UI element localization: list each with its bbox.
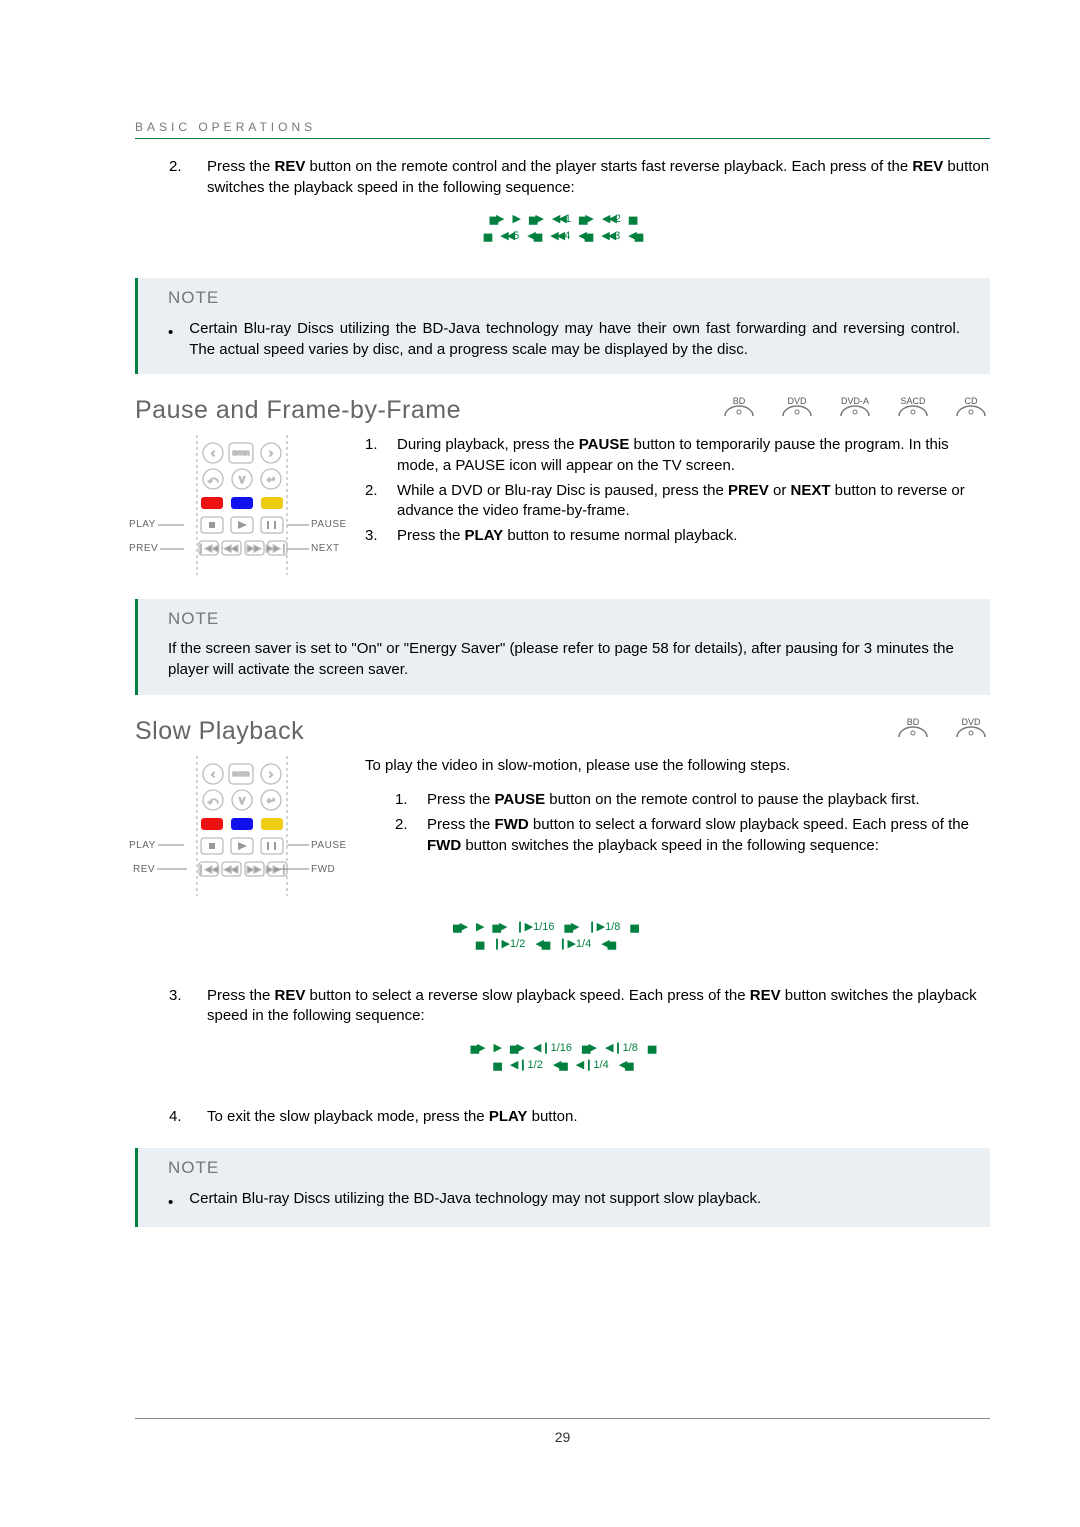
speed-sequence-diagram: ▅▶ ▶ ▅▶ ◀❙1/16 ▅▶ ◀❙1/8 ▅ ▅ ◀❙1/2 ◀▅ ◀❙1… bbox=[413, 1041, 713, 1083]
remote-label-pause: PAUSE bbox=[287, 519, 347, 530]
note-text: If the screen saver is set to "On" or "E… bbox=[168, 639, 960, 680]
note-box: NOTE • Certain Blu-ray Discs utilizing t… bbox=[135, 1148, 990, 1227]
list-text: Press the PLAY button to resume normal p… bbox=[397, 526, 990, 547]
svg-text:◀◀: ◀◀ bbox=[224, 864, 238, 874]
svg-text:❘◀◀: ❘◀◀ bbox=[197, 864, 218, 875]
page-number: 29 bbox=[555, 1429, 571, 1445]
svg-text:ENTER: ENTER bbox=[233, 451, 250, 457]
disc-compat-row: BD DVD bbox=[894, 717, 990, 745]
svg-text:⤺: ⤺ bbox=[208, 475, 219, 486]
remote-label-play: PLAY bbox=[129, 840, 184, 851]
svg-text:↩: ↩ bbox=[267, 796, 275, 807]
text: Press the bbox=[207, 158, 275, 175]
page-header: BASIC OPERATIONS bbox=[135, 120, 990, 139]
disc-icon-dvd: DVD bbox=[952, 721, 990, 745]
list-number: 1. bbox=[365, 435, 383, 476]
note-text: Certain Blu-ray Discs utilizing the BD-J… bbox=[189, 1188, 761, 1213]
section-heading-pause: Pause and Frame-by-Frame bbox=[135, 396, 461, 425]
svg-text:v: v bbox=[239, 793, 245, 807]
section-intro: To play the video in slow-motion, please… bbox=[365, 756, 990, 777]
note-heading: NOTE bbox=[168, 288, 960, 308]
disc-icon-bd: BD bbox=[720, 400, 758, 424]
svg-text:v: v bbox=[239, 472, 245, 486]
svg-text:ENTER: ENTER bbox=[233, 772, 250, 778]
remote-illustration: ‹ ENTER › ⤺ v ↩ ❘◀◀ ◀◀ ▶▶ ▶▶❘ bbox=[135, 435, 345, 585]
remote-label-next: NEXT bbox=[287, 543, 340, 554]
list-text: During playback, press the PAUSE button … bbox=[397, 435, 990, 476]
section-heading-slow: Slow Playback bbox=[135, 717, 304, 746]
svg-text:❘◀◀: ❘◀◀ bbox=[197, 543, 218, 554]
list-text: Press the PAUSE button on the remote con… bbox=[427, 790, 990, 811]
bullet-icon: • bbox=[168, 1188, 173, 1213]
disc-icon-cd: CD bbox=[952, 400, 990, 424]
list-number: 2. bbox=[365, 481, 383, 522]
speed-sequence-diagram: ▅▶ ▶ ▅▶ ❙▶1/16 ▅▶ ❙▶1/8 ▅ ▅ ❙▶1/2 ◀▅ ❙▶1… bbox=[395, 920, 695, 962]
svg-text:‹: ‹ bbox=[211, 767, 215, 781]
list-text: While a DVD or Blu-ray Disc is paused, p… bbox=[397, 481, 990, 522]
disc-icon-dvd: DVD bbox=[778, 400, 816, 424]
list-number: 2. bbox=[169, 157, 189, 198]
svg-text:▶▶❘: ▶▶❘ bbox=[266, 543, 287, 554]
page-footer: 29 bbox=[135, 1418, 990, 1445]
list-number: 2. bbox=[395, 815, 413, 856]
list-number: 4. bbox=[169, 1107, 189, 1128]
note-box: NOTE If the screen saver is set to "On" … bbox=[135, 599, 990, 694]
list-text: To exit the slow playback mode, press th… bbox=[207, 1107, 990, 1128]
remote-label-play: PLAY bbox=[129, 519, 184, 530]
list-number: 3. bbox=[365, 526, 383, 547]
disc-icon-dvda: DVD-A bbox=[836, 400, 874, 424]
list-text: Press the REV button on the remote contr… bbox=[207, 157, 990, 198]
text-bold: REV bbox=[275, 158, 306, 175]
remote-label-rev: REV bbox=[133, 864, 187, 875]
list-text: Press the FWD button to select a forward… bbox=[427, 815, 990, 856]
note-text: Certain Blu-ray Discs utilizing the BD-J… bbox=[189, 318, 960, 360]
svg-text:›: › bbox=[269, 767, 273, 781]
remote-illustration: ‹ ENTER › ⤺ v ↩ ❘◀◀ ◀◀ ▶▶ ▶▶❘ PLAY REV P… bbox=[135, 756, 345, 906]
svg-text:◀◀: ◀◀ bbox=[224, 543, 238, 553]
svg-text:⤺: ⤺ bbox=[208, 796, 219, 807]
list-number: 1. bbox=[395, 790, 413, 811]
disc-icon-sacd: SACD bbox=[894, 400, 932, 424]
note-heading: NOTE bbox=[168, 1158, 960, 1178]
disc-compat-row: BD DVD DVD-A SACD CD bbox=[720, 396, 990, 424]
svg-text:▶▶: ▶▶ bbox=[247, 543, 261, 553]
list-text: Press the REV button to select a reverse… bbox=[207, 986, 990, 1027]
note-heading: NOTE bbox=[168, 609, 960, 629]
text: button on the remote control and the pla… bbox=[305, 158, 912, 175]
svg-text:▶▶: ▶▶ bbox=[247, 864, 261, 874]
speed-sequence-diagram: ▅▶ ▶ ▅▶ ◀◀1 ▅▶ ◀◀2 ▅ ▅ ◀◀5 ◀▅ ◀◀ 4 ◀▅ ◀◀… bbox=[393, 212, 733, 254]
bullet-icon: • bbox=[168, 318, 173, 360]
remote-label-pause: PAUSE bbox=[287, 840, 347, 851]
svg-text:›: › bbox=[269, 446, 273, 460]
remote-label-prev: PREV bbox=[129, 543, 184, 554]
svg-text:↩: ↩ bbox=[267, 475, 275, 486]
disc-icon-bd: BD bbox=[894, 721, 932, 745]
text-bold: REV bbox=[912, 158, 943, 175]
remote-label-fwd: FWD bbox=[275, 864, 335, 875]
svg-text:‹: ‹ bbox=[211, 446, 215, 460]
list-number: 3. bbox=[169, 986, 189, 1027]
note-box: NOTE • Certain Blu-ray Discs utilizing t… bbox=[135, 278, 990, 374]
